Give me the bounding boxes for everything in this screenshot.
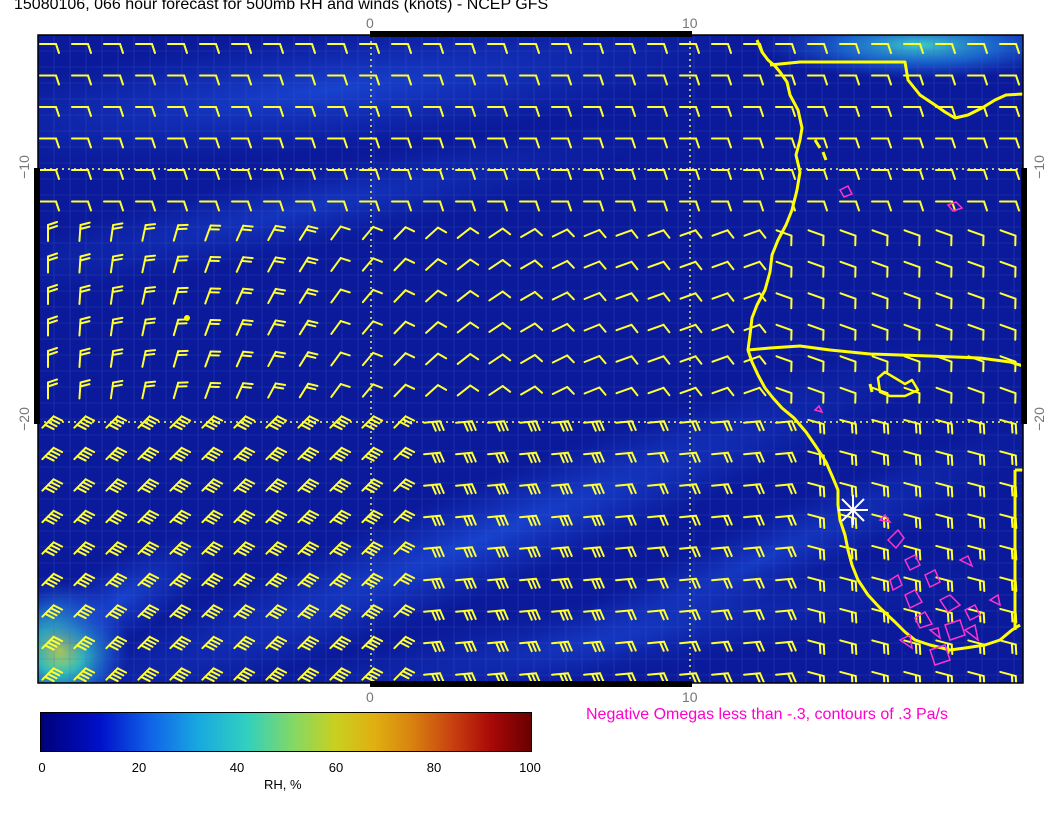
lon-tick-bottom-0: 0: [366, 689, 374, 705]
colorbar-title: RH, %: [264, 777, 302, 792]
lon-tick-top-10: 10: [682, 15, 698, 31]
lat-tick-right-m10: −10: [1030, 155, 1047, 179]
lat-tick-left-m10: −10: [15, 155, 32, 179]
frame-tick-right: [1021, 168, 1027, 424]
colorbar-tick-0: 0: [38, 760, 46, 775]
lat-tick-left-m20: −20: [15, 407, 32, 431]
colorbar: [40, 712, 532, 752]
island-dot: [184, 315, 190, 321]
colorbar-tick-60: 60: [328, 760, 344, 775]
omega-note: Negative Omegas less than -.3, contours …: [586, 706, 948, 723]
map-plot: [34, 31, 1027, 687]
location-marker-icon: [838, 495, 868, 525]
lat-tick-right-m20: −20: [1030, 407, 1047, 431]
colorbar-tick-20: 20: [131, 760, 147, 775]
colorbar-tick-40: 40: [229, 760, 245, 775]
colorbar-tick-100: 100: [519, 760, 541, 775]
colorbar-tick-80: 80: [426, 760, 442, 775]
frame-tick-left: [34, 168, 40, 424]
lon-tick-top-0: 0: [366, 15, 374, 31]
lon-tick-bottom-10: 10: [682, 689, 698, 705]
frame-tick-bottom: [370, 681, 692, 687]
frame-tick-top: [370, 31, 692, 37]
